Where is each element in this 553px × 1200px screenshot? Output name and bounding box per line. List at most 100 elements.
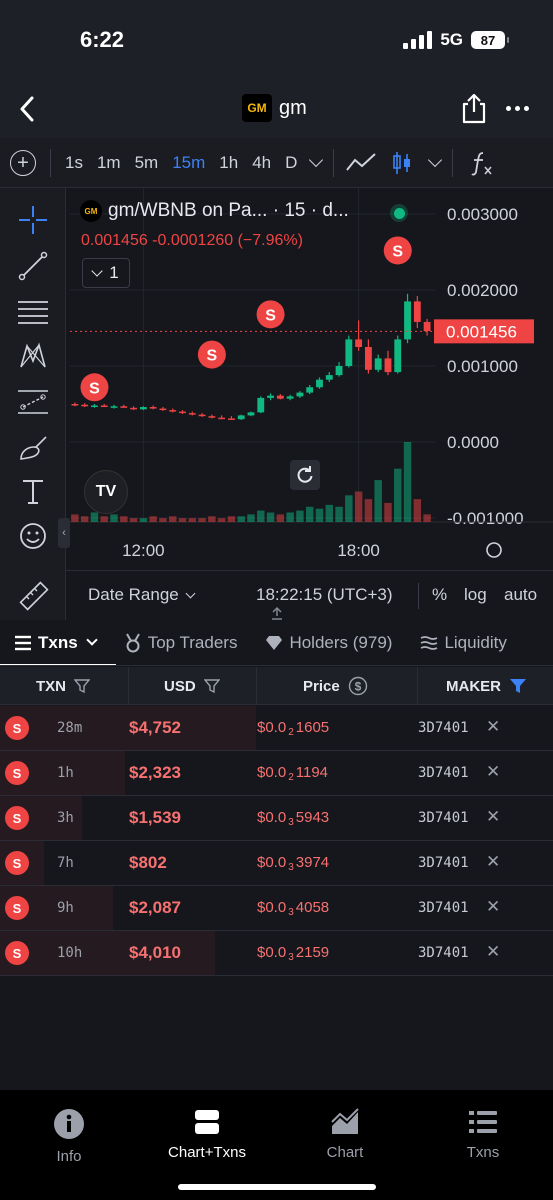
- share-button[interactable]: [460, 92, 488, 124]
- chart-type-dropdown-icon[interactable]: [428, 152, 443, 167]
- column-txn[interactable]: TXN: [36, 667, 90, 705]
- chart-clock[interactable]: 18:22:15 (UTC+3): [256, 585, 393, 605]
- nav-info[interactable]: Info: [9, 1108, 129, 1165]
- remove-maker-filter-icon[interactable]: ✕: [486, 897, 500, 917]
- tab-top-traders[interactable]: Top Traders: [124, 633, 237, 653]
- txn-maker[interactable]: 3D7401: [418, 810, 469, 826]
- crosshair-tool[interactable]: [15, 202, 51, 238]
- market-status-icon: [390, 204, 408, 222]
- remove-maker-filter-icon[interactable]: ✕: [486, 807, 500, 827]
- ohlc-values: 0.001456 -0.0001260 (−7.96%): [81, 232, 303, 249]
- text-tool[interactable]: [15, 474, 51, 510]
- sell-badge: S: [5, 896, 29, 920]
- brush-tool[interactable]: [15, 430, 51, 466]
- drawing-toolbar: ‹: [0, 188, 70, 620]
- nav-chart-txns[interactable]: Chart+Txns: [147, 1108, 267, 1161]
- column-price[interactable]: Price $: [303, 667, 368, 705]
- remove-maker-filter-icon[interactable]: ✕: [486, 942, 500, 962]
- log-scale-button[interactable]: log: [464, 585, 487, 605]
- status-time: 6:22: [80, 27, 125, 52]
- volume-bar: [354, 491, 363, 522]
- chart-legend[interactable]: GM gm/WBNB on Pa... · 15 · d...: [80, 200, 349, 222]
- table-row[interactable]: S 7h $802 $0.0 3 3974 3D7401 ✕: [0, 841, 553, 886]
- timeframe-15m[interactable]: 15m: [172, 153, 205, 173]
- ruler-tool[interactable]: [15, 578, 51, 614]
- volume-bar: [394, 468, 402, 522]
- token-title: GM gm: [242, 94, 307, 122]
- active-tab-indicator: [0, 664, 116, 665]
- nav-txns[interactable]: Txns: [423, 1108, 543, 1161]
- candle-body: [286, 396, 294, 399]
- volume-bar: [247, 514, 255, 522]
- sell-marker-label: S: [392, 243, 403, 260]
- timeframe-1s[interactable]: 1s: [65, 153, 83, 173]
- network-type: 5G: [440, 30, 463, 49]
- timeframe-1m[interactable]: 1m: [97, 153, 121, 173]
- timeframe-toolbar: + 1s 1m 5m 15m 1h 4h D: [0, 138, 553, 188]
- reset-chart-button[interactable]: [290, 460, 320, 490]
- filter-icon[interactable]: [203, 678, 220, 694]
- fib-tool[interactable]: [15, 294, 51, 330]
- txn-maker[interactable]: 3D7401: [418, 900, 469, 916]
- y-axis-tick: -0.001000: [447, 509, 524, 528]
- home-indicator: [178, 1184, 376, 1190]
- date-range-button[interactable]: Date Range: [88, 585, 196, 605]
- column-usd[interactable]: USD: [164, 667, 220, 705]
- back-button[interactable]: [12, 92, 42, 126]
- candle-body: [423, 321, 431, 332]
- trend-line-tool[interactable]: [15, 248, 51, 284]
- table-row[interactable]: S 28m $4,752 $0.0 2 1605 3D7401 ✕: [0, 706, 553, 751]
- settings-icon[interactable]: [486, 542, 502, 558]
- candle-body: [139, 407, 147, 410]
- tab-holders[interactable]: Holders (979): [265, 633, 392, 653]
- volume-bar: [315, 508, 324, 522]
- timeframe-dropdown-icon[interactable]: [309, 152, 324, 167]
- txn-maker[interactable]: 3D7401: [418, 855, 469, 871]
- info-icon: [54, 1109, 84, 1139]
- remove-maker-filter-icon[interactable]: ✕: [486, 852, 500, 872]
- diamond-icon: [266, 635, 283, 650]
- pattern-tool[interactable]: [15, 338, 51, 374]
- indicators-fx-icon[interactable]: [469, 150, 495, 176]
- filter-active-icon[interactable]: [509, 678, 527, 694]
- remove-maker-filter-icon[interactable]: ✕: [486, 762, 500, 782]
- remove-maker-filter-icon[interactable]: ✕: [486, 717, 500, 737]
- txn-maker[interactable]: 3D7401: [418, 720, 469, 736]
- volume-bar: [71, 514, 79, 522]
- more-options-button[interactable]: [506, 96, 536, 120]
- tradingview-logo[interactable]: TV: [84, 470, 128, 514]
- nav-chart[interactable]: Chart: [285, 1108, 405, 1161]
- currency-toggle-icon[interactable]: $: [348, 676, 368, 696]
- percent-scale-button[interactable]: %: [432, 585, 447, 605]
- projection-tool[interactable]: [15, 384, 51, 420]
- timeframe-4h[interactable]: 4h: [252, 153, 271, 173]
- table-row[interactable]: S 3h $1,539 $0.0 3 5943 3D7401 ✕: [0, 796, 553, 841]
- table-row[interactable]: S 1h $2,323 $0.0 2 1194 3D7401 ✕: [0, 751, 553, 796]
- line-chart-type-icon[interactable]: [346, 152, 377, 174]
- volume-bar: [325, 504, 333, 522]
- timeframe-5m[interactable]: 5m: [135, 153, 159, 173]
- candlestick-chart-type-icon[interactable]: [392, 150, 412, 176]
- volume-bar: [208, 516, 216, 522]
- tab-txns[interactable]: Txns: [14, 633, 98, 653]
- tab-liquidity[interactable]: Liquidity: [420, 633, 507, 653]
- plus-icon: +: [17, 151, 29, 174]
- auto-scale-button[interactable]: auto: [504, 585, 537, 605]
- crosshair-icon: [19, 206, 47, 234]
- timeframe-1h[interactable]: 1h: [219, 153, 238, 173]
- table-row[interactable]: S 9h $2,087 $0.0 3 4058 3D7401 ✕: [0, 886, 553, 931]
- filter-icon[interactable]: [74, 678, 90, 694]
- timeframe-d[interactable]: D: [285, 153, 297, 173]
- add-symbol-button[interactable]: +: [10, 149, 36, 176]
- list-icon: [469, 1111, 497, 1133]
- emoji-tool[interactable]: [15, 518, 51, 554]
- txn-maker[interactable]: 3D7401: [418, 765, 469, 781]
- candle-body: [100, 405, 108, 408]
- txn-maker[interactable]: 3D7401: [418, 945, 469, 961]
- chart-footer: Date Range 18:22:15 (UTC+3) % log auto: [66, 570, 553, 620]
- column-maker[interactable]: MAKER: [446, 667, 527, 705]
- candle-body: [364, 347, 372, 370]
- indicators-toggle[interactable]: 1: [82, 258, 130, 288]
- table-row[interactable]: S 10h $4,010 $0.0 3 2159 3D7401 ✕: [0, 931, 553, 976]
- volume-bar: [286, 512, 294, 522]
